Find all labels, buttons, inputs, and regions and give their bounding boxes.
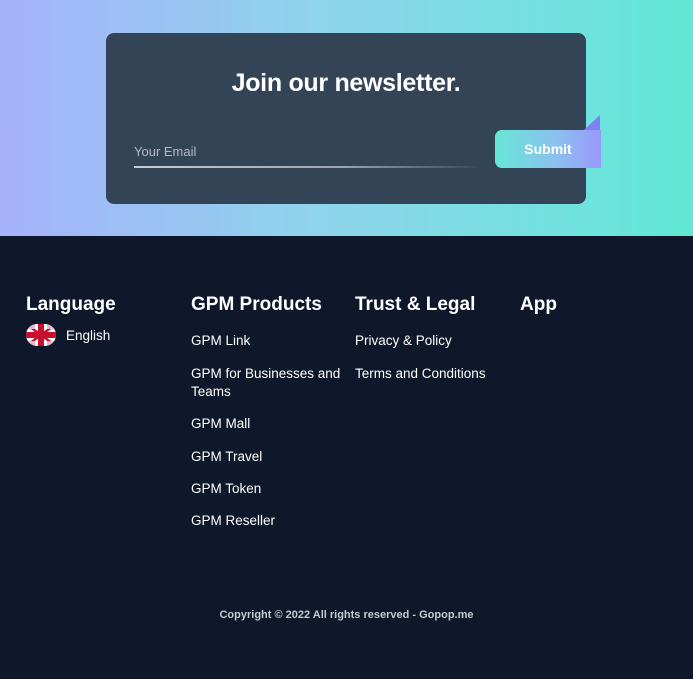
language-heading: Language bbox=[26, 294, 116, 315]
footer-link-gpm-businesses[interactable]: GPM for Businesses and Teams bbox=[191, 365, 341, 401]
footer-link-privacy[interactable]: Privacy & Policy bbox=[355, 332, 452, 350]
footer-link-gpm-reseller[interactable]: GPM Reseller bbox=[191, 512, 275, 530]
app-heading: App bbox=[520, 294, 557, 315]
submit-button[interactable]: Submit bbox=[495, 130, 601, 168]
site-footer: Language English GPM Products GPM Link G… bbox=[0, 236, 693, 679]
newsletter-title: Join our newsletter. bbox=[231, 69, 461, 97]
newsletter-card: Join our newsletter. Submit bbox=[106, 33, 601, 204]
language-column: Language English bbox=[26, 294, 116, 346]
legal-heading: Trust & Legal bbox=[355, 294, 476, 315]
submit-button-tab bbox=[584, 115, 600, 130]
products-heading: GPM Products bbox=[191, 294, 322, 315]
products-column: GPM Products GPM Link GPM for Businesses… bbox=[191, 294, 340, 528]
footer-link-gpm-travel[interactable]: GPM Travel bbox=[191, 448, 262, 466]
uk-flag-icon bbox=[26, 324, 56, 346]
newsletter-section: Join our newsletter. Submit bbox=[0, 0, 693, 236]
footer-link-gpm-link[interactable]: GPM Link bbox=[191, 332, 250, 350]
email-input[interactable] bbox=[134, 137, 484, 165]
footer-link-terms[interactable]: Terms and Conditions bbox=[355, 365, 486, 383]
language-label: English bbox=[66, 327, 111, 343]
legal-column: Trust & Legal Privacy & Policy Terms and… bbox=[355, 294, 486, 381]
footer-link-gpm-mall[interactable]: GPM Mall bbox=[191, 415, 250, 433]
footer-link-gpm-token[interactable]: GPM Token bbox=[191, 480, 261, 498]
copyright-text: Copyright © 2022 All rights reserved - G… bbox=[219, 609, 474, 621]
app-column: App bbox=[520, 294, 557, 316]
email-underline bbox=[134, 166, 484, 168]
language-selector[interactable]: English bbox=[26, 324, 110, 346]
